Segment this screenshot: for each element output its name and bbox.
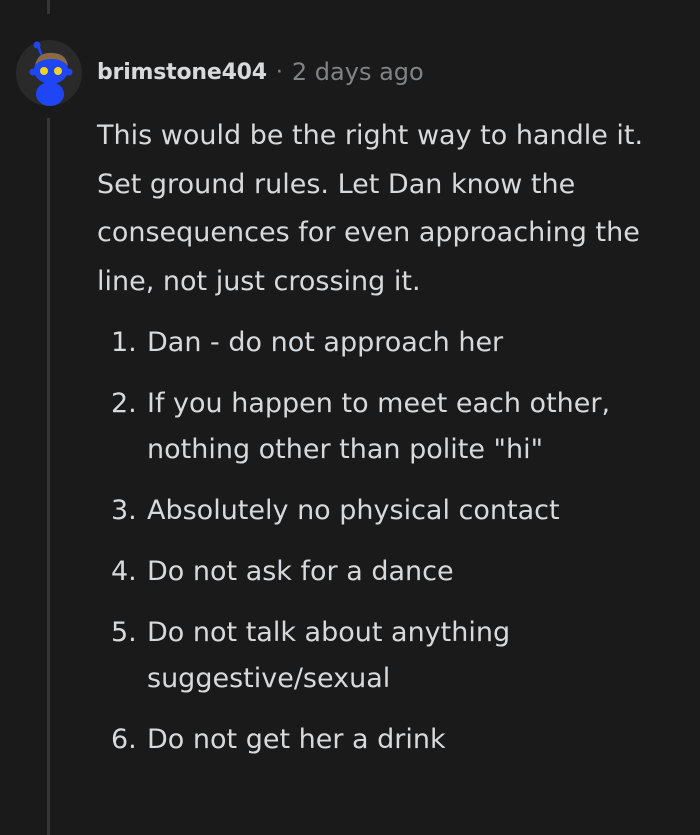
list-item-number: 5. xyxy=(111,617,137,648)
list-item-text: Do not ask for a dance xyxy=(147,556,454,587)
list-item-number: 6. xyxy=(111,724,137,755)
list-item: 2. If you happen to meet each other, noth… xyxy=(97,381,687,473)
list-item: 4. Do not ask for a dance xyxy=(97,549,687,595)
list-item-number: 3. xyxy=(111,495,137,526)
list-item-text: Absolutely no physical contact xyxy=(147,495,560,526)
list-item-text: Dan - do not approach her xyxy=(147,327,504,358)
list-item: 6. Do not get her a drink xyxy=(97,717,687,763)
reddit-snoo-avatar-icon xyxy=(16,40,82,106)
list-item-text: Do not talk about anything suggestive/se… xyxy=(147,617,511,694)
meta-separator: · xyxy=(275,59,283,85)
list-item-number: 4. xyxy=(111,556,137,587)
rules-list: 1. Dan - do not approach her 2. If you hap… xyxy=(97,320,687,778)
list-item-number: 1. xyxy=(111,327,137,358)
thread-line-top xyxy=(47,0,50,14)
list-item: 1. Dan - do not approach her xyxy=(97,320,687,366)
comment-body: This would be the right way to handle it… xyxy=(97,120,644,297)
username-link[interactable]: brimstone404 xyxy=(97,60,267,85)
user-avatar[interactable] xyxy=(16,40,82,106)
list-item: 5. Do not talk about anything suggestive/… xyxy=(97,610,687,702)
list-item-text: Do not get her a drink xyxy=(147,724,446,755)
thread-line[interactable] xyxy=(47,118,50,835)
comment-meta: brimstone404 · 2 days ago xyxy=(97,55,424,89)
list-item-number: 2. xyxy=(111,388,137,419)
list-item: 3. Absolutely no physical contact xyxy=(97,488,687,534)
list-item-text: If you happen to meet each other, nothin… xyxy=(147,388,611,465)
comment-timestamp[interactable]: 2 days ago xyxy=(292,58,424,86)
